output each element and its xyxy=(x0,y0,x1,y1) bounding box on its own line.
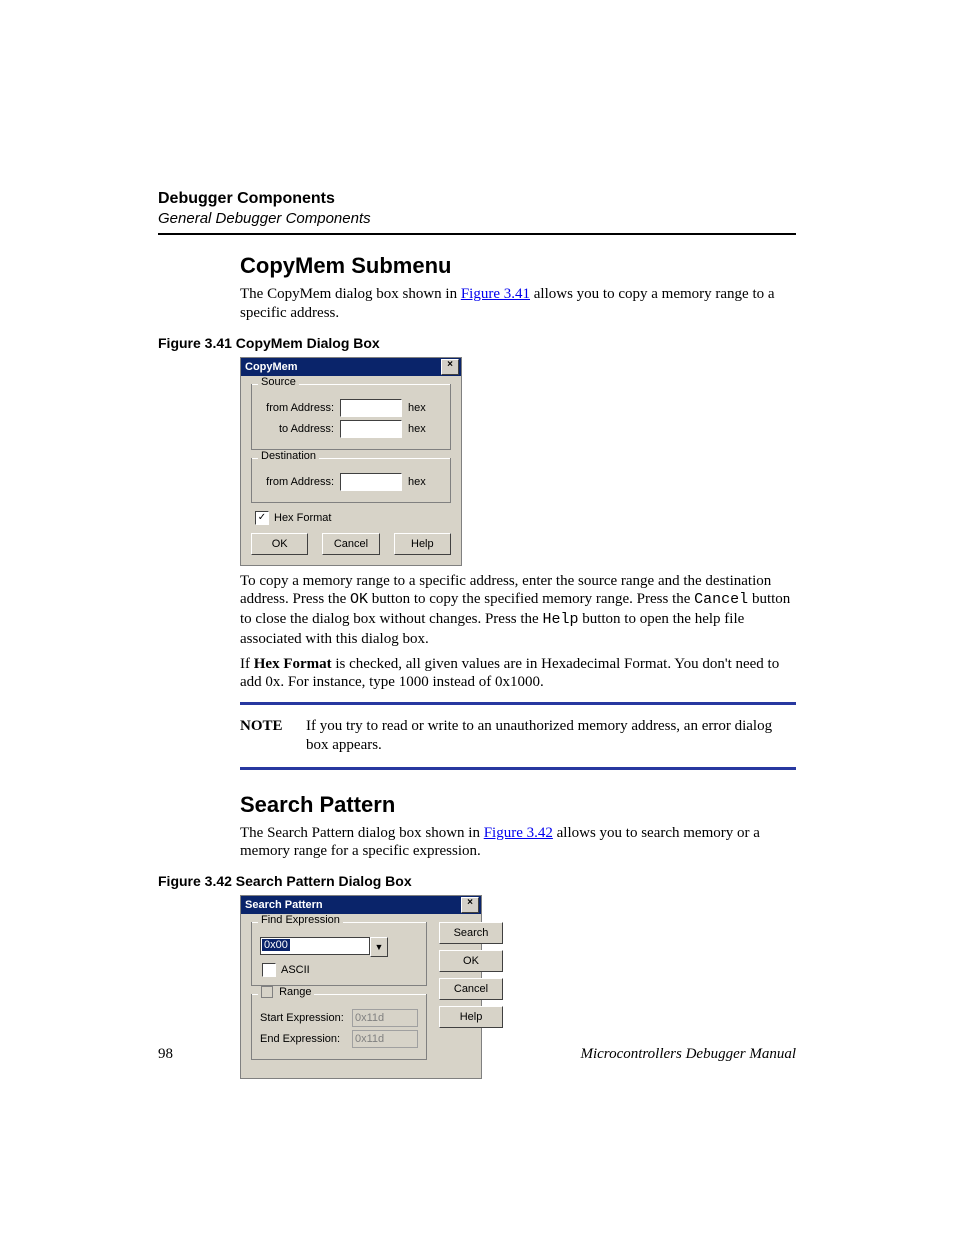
checkbox-label: Hex Format xyxy=(274,512,331,524)
page-number: 98 xyxy=(158,1046,173,1063)
group-legend: Range xyxy=(258,986,314,998)
text: If xyxy=(240,656,254,672)
copymem-intro: The CopyMem dialog box shown in Figure 3… xyxy=(240,285,796,323)
range-enable-checkbox[interactable] xyxy=(261,986,273,998)
search-pattern-titlebar: Search Pattern × xyxy=(241,896,481,914)
figure-caption-3-42: Figure 3.42 Search Pattern Dialog Box xyxy=(158,873,796,889)
start-expression-label: Start Expression: xyxy=(260,1012,352,1024)
checkbox-label: ASCII xyxy=(281,964,310,976)
hex-suffix: hex xyxy=(402,476,426,488)
range-legend-text: Range xyxy=(279,986,311,998)
search-button[interactable]: Search xyxy=(439,922,503,944)
copymem-dialog: CopyMem × Source from Address: hex to Ad… xyxy=(240,357,462,566)
code-help: Help xyxy=(542,611,578,628)
destination-group: Destination from Address: hex xyxy=(251,458,451,503)
close-icon[interactable]: × xyxy=(441,359,459,375)
text: The CopyMem dialog box shown in xyxy=(240,286,461,302)
copymem-body-para-2: If Hex Format is checked, all given valu… xyxy=(240,655,796,693)
note-rule-bottom xyxy=(240,767,796,770)
combo-value: 0x00 xyxy=(262,939,290,951)
dest-from-address-label: from Address: xyxy=(260,476,340,488)
copymem-titlebar: CopyMem × xyxy=(241,358,461,376)
header-title: Debugger Components xyxy=(158,190,796,208)
end-expression-label: End Expression: xyxy=(260,1033,352,1045)
from-address-input[interactable] xyxy=(340,399,402,417)
code-ok: OK xyxy=(350,591,368,608)
note-block: NOTE If you try to read or write to an u… xyxy=(240,702,796,770)
hex-suffix: hex xyxy=(402,423,426,435)
start-expression-input: 0x11d xyxy=(352,1009,418,1027)
header-rule xyxy=(158,233,796,235)
group-legend: Source xyxy=(258,376,299,388)
checkbox-icon xyxy=(262,963,276,977)
chevron-down-icon[interactable]: ▼ xyxy=(370,937,388,957)
find-expression-combo[interactable]: 0x00 ▼ xyxy=(260,937,388,957)
dialog-title: Search Pattern xyxy=(245,899,323,911)
dest-from-address-input[interactable] xyxy=(340,473,402,491)
ok-button[interactable]: OK xyxy=(251,533,308,555)
group-legend: Destination xyxy=(258,450,319,462)
hex-format-checkbox[interactable]: ✓ Hex Format xyxy=(255,511,451,525)
to-address-input[interactable] xyxy=(340,420,402,438)
manual-title: Microcontrollers Debugger Manual xyxy=(580,1046,796,1063)
dialog-title: CopyMem xyxy=(245,361,298,373)
to-address-label: to Address: xyxy=(260,423,340,435)
page-footer: 98 Microcontrollers Debugger Manual xyxy=(158,1046,796,1063)
text: button to copy the specified memory rang… xyxy=(368,591,694,607)
copymem-body-para-1: To copy a memory range to a specific add… xyxy=(240,572,796,649)
search-pattern-intro: The Search Pattern dialog box shown in F… xyxy=(240,824,796,862)
cancel-button[interactable]: Cancel xyxy=(322,533,379,555)
note-rule-top xyxy=(240,702,796,705)
help-button[interactable]: Help xyxy=(394,533,451,555)
ascii-checkbox[interactable]: ASCII xyxy=(262,963,418,977)
code-cancel: Cancel xyxy=(694,591,748,608)
figure-link-3-41[interactable]: Figure 3.41 xyxy=(461,286,530,302)
cancel-button[interactable]: Cancel xyxy=(439,978,503,1000)
ok-button[interactable]: OK xyxy=(439,950,503,972)
figure-link-3-42[interactable]: Figure 3.42 xyxy=(484,825,553,841)
section-heading-copymem: CopyMem Submenu xyxy=(240,253,796,279)
close-icon[interactable]: × xyxy=(461,897,479,913)
hex-suffix: hex xyxy=(402,402,426,414)
bold-hex-format: Hex Format xyxy=(254,656,332,672)
source-group: Source from Address: hex to Address: hex xyxy=(251,384,451,450)
help-button[interactable]: Help xyxy=(439,1006,503,1028)
group-legend: Find Expression xyxy=(258,914,343,926)
header-subtitle: General Debugger Components xyxy=(158,210,796,227)
section-heading-search-pattern: Search Pattern xyxy=(240,792,796,818)
note-text: If you try to read or write to an unauth… xyxy=(306,717,796,755)
text: The Search Pattern dialog box shown in xyxy=(240,825,484,841)
find-expression-group: Find Expression 0x00 ▼ ASCII xyxy=(251,922,427,986)
note-label: NOTE xyxy=(240,717,306,755)
checkbox-icon: ✓ xyxy=(255,511,269,525)
from-address-label: from Address: xyxy=(260,402,340,414)
figure-caption-3-41: Figure 3.41 CopyMem Dialog Box xyxy=(158,335,796,351)
